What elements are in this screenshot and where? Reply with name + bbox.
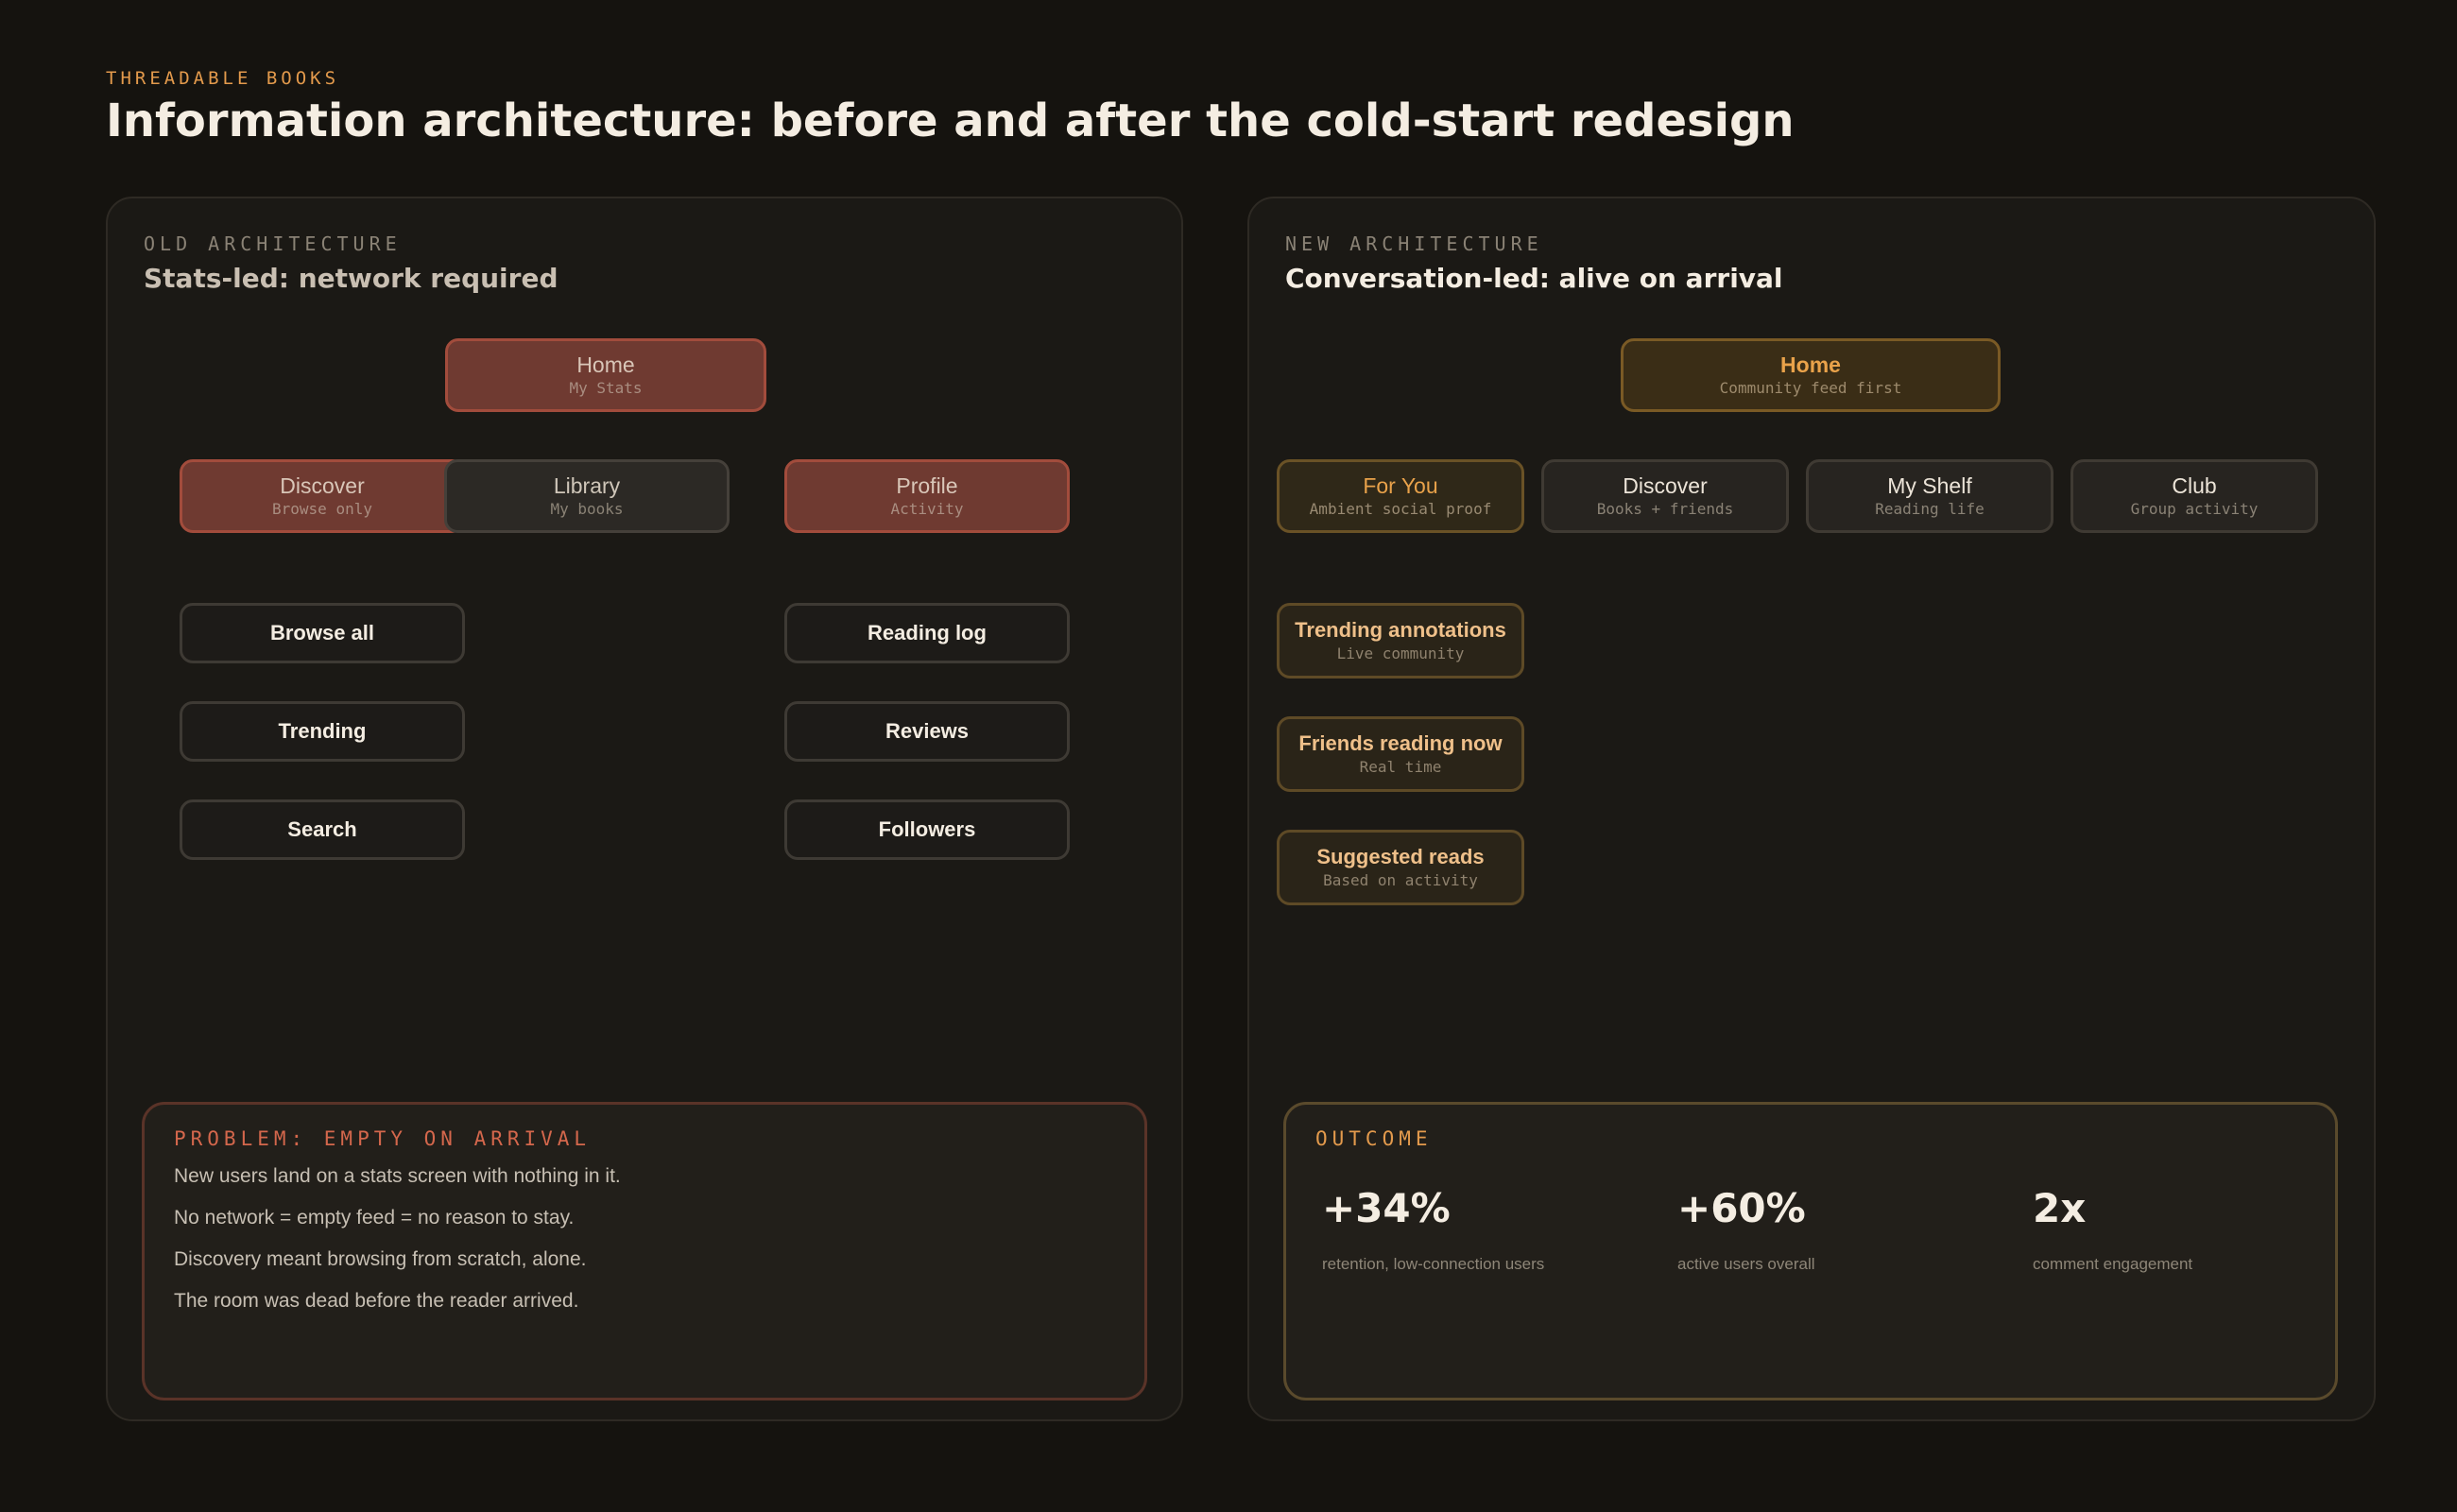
- node-label: Reading log: [868, 621, 987, 644]
- node-sublabel: Live community: [1336, 644, 1465, 662]
- old-node-reviews[interactable]: Reviews: [784, 701, 1070, 762]
- outcome-stat-label: retention, low-connection users: [1322, 1255, 1545, 1273]
- old-architecture-eyebrow: OLD ARCHITECTURE: [144, 232, 402, 255]
- node-label: Suggested reads: [1316, 845, 1485, 868]
- old-node-library[interactable]: Library My books: [444, 459, 730, 533]
- problem-line: No network = empty feed = no reason to s…: [174, 1207, 575, 1228]
- node-sublabel: My Stats: [569, 379, 643, 397]
- page-title: Information architecture: before and aft…: [106, 94, 1795, 147]
- problem-line: The room was dead before the reader arri…: [174, 1290, 579, 1312]
- old-node-followers[interactable]: Followers: [784, 799, 1070, 860]
- outcome-stat-label: active users overall: [1677, 1255, 1815, 1273]
- old-node-reading-log[interactable]: Reading log: [784, 603, 1070, 663]
- node-label: Discover: [1623, 473, 1708, 498]
- new-node-trending-annotations[interactable]: Trending annotations Live community: [1277, 603, 1524, 679]
- old-node-home[interactable]: Home My Stats: [445, 338, 766, 412]
- node-label: Friends reading now: [1298, 731, 1503, 755]
- node-label: Home: [576, 352, 635, 377]
- node-label: My Shelf: [1887, 473, 1972, 498]
- brand-eyebrow: THREADABLE BOOKS: [106, 68, 340, 89]
- node-label: For You: [1363, 473, 1438, 498]
- node-label: Profile: [896, 473, 958, 498]
- outcome-stat-value: 2x: [2033, 1185, 2087, 1231]
- new-architecture-eyebrow: NEW ARCHITECTURE: [1285, 232, 1543, 255]
- node-label: Trending: [278, 719, 367, 743]
- new-node-home[interactable]: Home Community feed first: [1621, 338, 2001, 412]
- outcome-eyebrow: OUTCOME: [1315, 1127, 1433, 1150]
- node-sublabel: My books: [550, 500, 624, 518]
- node-sublabel: Activity: [890, 500, 964, 518]
- outcome-stat-label: comment engagement: [2033, 1255, 2193, 1273]
- outcome-stat-value: +60%: [1677, 1185, 1806, 1231]
- node-label: Reviews: [885, 719, 970, 743]
- node-label: Club: [2172, 473, 2217, 498]
- node-sublabel: Based on activity: [1323, 871, 1478, 889]
- new-node-friends-reading-now[interactable]: Friends reading now Real time: [1277, 716, 1524, 792]
- node-label: Home: [1780, 352, 1841, 377]
- new-node-club[interactable]: Club Group activity: [2070, 459, 2318, 533]
- node-label: Search: [287, 817, 357, 841]
- node-sublabel: Group activity: [2130, 500, 2259, 518]
- new-node-for-you[interactable]: For You Ambient social proof: [1277, 459, 1524, 533]
- node-sublabel: Ambient social proof: [1309, 500, 1492, 518]
- new-architecture-title: Conversation-led: alive on arrival: [1285, 263, 1783, 294]
- new-node-suggested-reads[interactable]: Suggested reads Based on activity: [1277, 830, 1524, 905]
- node-label: Trending annotations: [1295, 618, 1506, 642]
- old-node-search[interactable]: Search: [180, 799, 465, 860]
- problem-eyebrow: PROBLEM: EMPTY ON ARRIVAL: [174, 1127, 592, 1150]
- old-node-discover[interactable]: Discover Browse only: [180, 459, 465, 533]
- old-node-trending[interactable]: Trending: [180, 701, 465, 762]
- node-label: Library: [553, 473, 621, 498]
- node-sublabel: Community feed first: [1719, 379, 1902, 397]
- outcome-callout: [1283, 1102, 2338, 1400]
- problem-line: New users land on a stats screen with no…: [174, 1165, 621, 1187]
- node-sublabel: Reading life: [1875, 500, 1984, 518]
- node-sublabel: Books + friends: [1596, 500, 1734, 518]
- new-node-discover[interactable]: Discover Books + friends: [1541, 459, 1789, 533]
- problem-line: Discovery meant browsing from scratch, a…: [174, 1248, 587, 1270]
- old-node-browse-all[interactable]: Browse all: [180, 603, 465, 663]
- old-node-profile[interactable]: Profile Activity: [784, 459, 1070, 533]
- outcome-stat-value: +34%: [1322, 1185, 1451, 1231]
- node-sublabel: Browse only: [272, 500, 372, 518]
- node-label: Browse all: [269, 621, 375, 644]
- node-sublabel: Real time: [1359, 758, 1442, 776]
- node-label: Discover: [280, 473, 365, 498]
- old-architecture-title: Stats-led: network required: [144, 263, 558, 294]
- node-label: Followers: [878, 817, 976, 841]
- new-node-my-shelf[interactable]: My Shelf Reading life: [1806, 459, 2053, 533]
